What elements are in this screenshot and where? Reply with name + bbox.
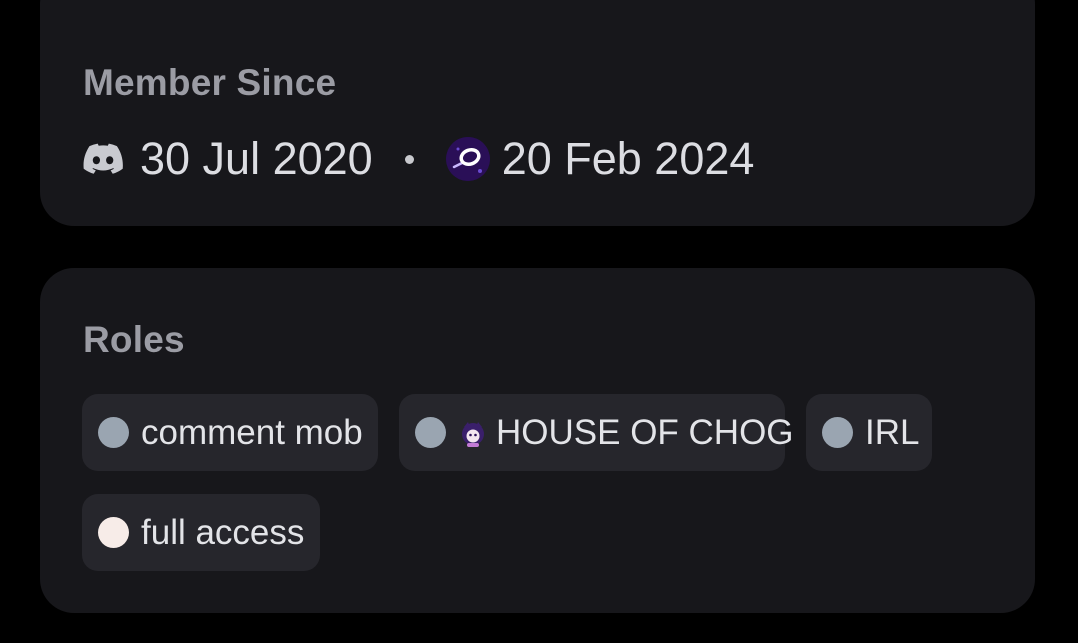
role-label: full access	[141, 512, 305, 552]
member-since-row: 30 Jul 2020 20 Feb 2024	[83, 131, 754, 187]
separator-dot	[404, 154, 414, 164]
discord-join-date: 30 Jul 2020	[140, 133, 373, 184]
discord-icon	[83, 143, 123, 174]
role-pill-full-access[interactable]: full access	[82, 494, 320, 571]
role-pill-comment-mob[interactable]: comment mob	[82, 394, 378, 471]
role-label: IRL	[865, 412, 920, 452]
role-pill-irl[interactable]: IRL	[806, 394, 932, 471]
role-label: HOUSE OF CHOG	[496, 412, 794, 452]
chog-emoji-icon	[462, 421, 484, 447]
roles-title: Roles	[83, 319, 185, 360]
server-join-date: 20 Feb 2024	[501, 133, 755, 184]
role-color-dot	[415, 417, 446, 448]
roles-card: Roles comment mob HOUSE OF CHOG IRL full…	[40, 268, 1035, 613]
role-color-dot	[98, 517, 129, 548]
role-color-dot	[98, 417, 129, 448]
role-pill-house-of-chog[interactable]: HOUSE OF CHOG	[399, 394, 794, 471]
member-since-card: Member Since 30 Jul 2020 20 Feb 2024	[40, 0, 1035, 226]
server-avatar-icon	[445, 137, 490, 181]
role-label: comment mob	[141, 412, 363, 452]
role-color-dot	[822, 417, 853, 448]
member-since-title: Member Since	[83, 62, 337, 103]
